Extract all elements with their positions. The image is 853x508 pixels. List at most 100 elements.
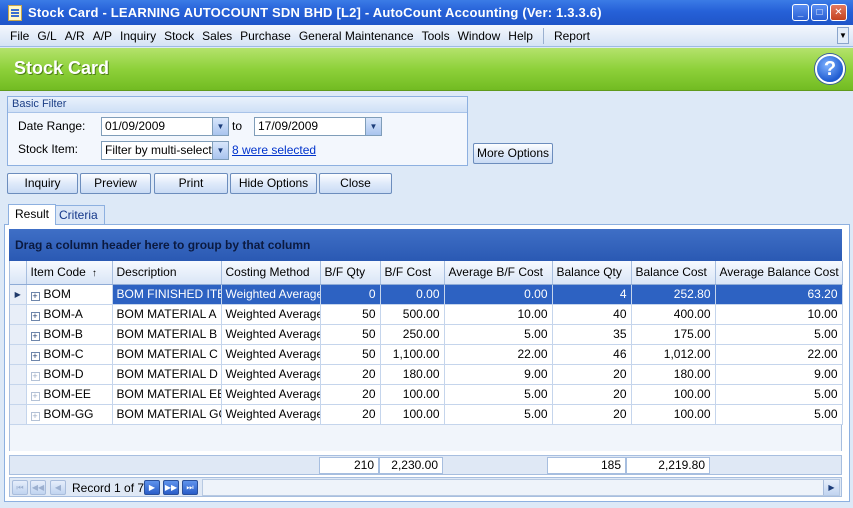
average-bf-cost-cell[interactable]: 9.00 (444, 364, 553, 385)
description-cell[interactable]: BOM MATERIAL EE (112, 384, 222, 405)
previous-record-icon[interactable]: ◀ (50, 480, 66, 495)
chevron-down-icon[interactable]: ▼ (212, 118, 228, 135)
column-header-bf-qty[interactable]: B/F Qty (320, 261, 381, 285)
menu-purchase[interactable]: Purchase (236, 29, 295, 43)
menu-inquiry[interactable]: Inquiry (116, 29, 160, 43)
costing-method-cell[interactable]: Weighted Average (221, 384, 321, 405)
average-balance-cost-cell[interactable]: 9.00 (715, 364, 843, 385)
bf-qty-cell[interactable]: 20 (320, 404, 381, 425)
table-row[interactable]: + BOM-GG BOM MATERIAL GG Weighted Average… (10, 404, 843, 425)
description-cell[interactable]: BOM MATERIAL C (112, 344, 222, 365)
description-cell[interactable]: BOM MATERIAL GG (112, 404, 222, 425)
expand-icon[interactable]: + (30, 392, 40, 401)
column-header-item-code[interactable]: Item Code ↑ (26, 261, 113, 285)
balance-qty-cell[interactable]: 35 (552, 324, 632, 345)
more-options-button[interactable]: More Options (473, 143, 553, 164)
menu-ap[interactable]: A/P (89, 29, 116, 43)
menu-general-maintenance[interactable]: General Maintenance (295, 29, 418, 43)
menu-stock[interactable]: Stock (160, 29, 198, 43)
preview-button[interactable]: Preview (80, 173, 151, 194)
expand-icon[interactable]: + (30, 372, 40, 381)
table-row[interactable]: + BOM-D BOM MATERIAL D Weighted Average 2… (10, 364, 843, 385)
stock-item-select[interactable]: Filter by multi-select ▼ (101, 141, 229, 160)
close-button[interactable]: Close (319, 173, 392, 194)
print-button[interactable]: Print (154, 173, 228, 194)
menu-gl[interactable]: G/L (33, 29, 60, 43)
description-cell[interactable]: BOM FINISHED ITEM (112, 284, 222, 305)
bf-qty-cell[interactable]: 50 (320, 344, 381, 365)
horizontal-scrollbar[interactable]: ▶ (202, 479, 840, 496)
chevron-down-icon[interactable]: ▼ (837, 27, 849, 44)
selected-items-link[interactable]: 8 were selected (232, 143, 316, 157)
table-row[interactable]: + BOM-B BOM MATERIAL B Weighted Average 5… (10, 324, 843, 345)
column-header-average-bf-cost[interactable]: Average B/F Cost (444, 261, 553, 285)
previous-page-icon[interactable]: ◀◀ (30, 480, 46, 495)
balance-qty-cell[interactable]: 20 (552, 404, 632, 425)
expand-icon[interactable]: + (30, 352, 40, 361)
bf-cost-cell[interactable]: 0.00 (380, 284, 445, 305)
close-window-button[interactable]: ✕ (830, 4, 847, 21)
average-balance-cost-cell[interactable]: 5.00 (715, 324, 843, 345)
tab-result[interactable]: Result (8, 204, 57, 225)
chevron-down-icon[interactable]: ▼ (212, 142, 228, 159)
menu-file[interactable]: File (6, 29, 33, 43)
column-header-costing-method[interactable]: Costing Method (221, 261, 321, 285)
column-header-description[interactable]: Description (112, 261, 222, 285)
average-balance-cost-cell[interactable]: 10.00 (715, 304, 843, 325)
costing-method-cell[interactable]: Weighted Average (221, 344, 321, 365)
bf-cost-cell[interactable]: 500.00 (380, 304, 445, 325)
costing-method-cell[interactable]: Weighted Average (221, 364, 321, 385)
average-bf-cost-cell[interactable]: 10.00 (444, 304, 553, 325)
item-code-cell[interactable]: + BOM-EE (26, 384, 113, 405)
help-icon[interactable]: ? (815, 54, 845, 84)
bf-qty-cell[interactable]: 50 (320, 304, 381, 325)
item-code-cell[interactable]: + BOM-C (26, 344, 113, 365)
item-code-cell[interactable]: + BOM-D (26, 364, 113, 385)
menu-tools[interactable]: Tools (418, 29, 454, 43)
bf-qty-cell[interactable]: 0 (320, 284, 381, 305)
balance-cost-cell[interactable]: 100.00 (631, 404, 716, 425)
bf-cost-cell[interactable]: 250.00 (380, 324, 445, 345)
balance-cost-cell[interactable]: 100.00 (631, 384, 716, 405)
bf-qty-cell[interactable]: 50 (320, 324, 381, 345)
average-bf-cost-cell[interactable]: 5.00 (444, 404, 553, 425)
table-row[interactable]: ▶ +BOM BOM FINISHED ITEM Weighted Averag… (10, 284, 843, 305)
hide-options-button[interactable]: Hide Options (230, 173, 317, 194)
costing-method-cell[interactable]: Weighted Average (221, 324, 321, 345)
table-row[interactable]: + BOM-A BOM MATERIAL A Weighted Average 5… (10, 304, 843, 325)
description-cell[interactable]: BOM MATERIAL D (112, 364, 222, 385)
balance-cost-cell[interactable]: 180.00 (631, 364, 716, 385)
expand-icon[interactable]: + (30, 312, 40, 321)
bf-qty-cell[interactable]: 20 (320, 384, 381, 405)
average-bf-cost-cell[interactable]: 22.00 (444, 344, 553, 365)
balance-qty-cell[interactable]: 46 (552, 344, 632, 365)
date-from-input[interactable]: 01/09/2009 ▼ (101, 117, 229, 136)
menu-help[interactable]: Help (504, 29, 537, 43)
inquiry-button[interactable]: Inquiry (7, 173, 78, 194)
first-record-icon[interactable]: ⏮ (12, 480, 28, 495)
description-cell[interactable]: BOM MATERIAL B (112, 324, 222, 345)
column-header-average-balance-cost[interactable]: Average Balance Cost (715, 261, 843, 285)
item-code-cell[interactable]: + BOM-GG (26, 404, 113, 425)
item-code-cell[interactable]: + BOM-A (26, 304, 113, 325)
average-balance-cost-cell[interactable]: 63.20 (715, 284, 843, 305)
balance-cost-cell[interactable]: 1,012.00 (631, 344, 716, 365)
column-header-balance-qty[interactable]: Balance Qty (552, 261, 632, 285)
table-row[interactable]: + BOM-C BOM MATERIAL C Weighted Average 5… (10, 344, 843, 365)
date-to-input[interactable]: 17/09/2009 ▼ (254, 117, 382, 136)
chevron-down-icon[interactable]: ▼ (365, 118, 381, 135)
column-header-balance-cost[interactable]: Balance Cost (631, 261, 716, 285)
maximize-button[interactable]: □ (811, 4, 828, 21)
description-cell[interactable]: BOM MATERIAL A (112, 304, 222, 325)
next-record-icon[interactable]: ▶ (144, 480, 160, 495)
menu-report[interactable]: Report (550, 29, 594, 43)
column-header-bf-cost[interactable]: B/F Cost (380, 261, 445, 285)
average-balance-cost-cell[interactable]: 22.00 (715, 344, 843, 365)
bf-cost-cell[interactable]: 1,100.00 (380, 344, 445, 365)
balance-qty-cell[interactable]: 20 (552, 364, 632, 385)
bf-cost-cell[interactable]: 100.00 (380, 384, 445, 405)
scroll-right-icon[interactable]: ▶ (823, 480, 839, 495)
balance-qty-cell[interactable]: 40 (552, 304, 632, 325)
balance-cost-cell[interactable]: 175.00 (631, 324, 716, 345)
next-page-icon[interactable]: ▶▶ (163, 480, 179, 495)
